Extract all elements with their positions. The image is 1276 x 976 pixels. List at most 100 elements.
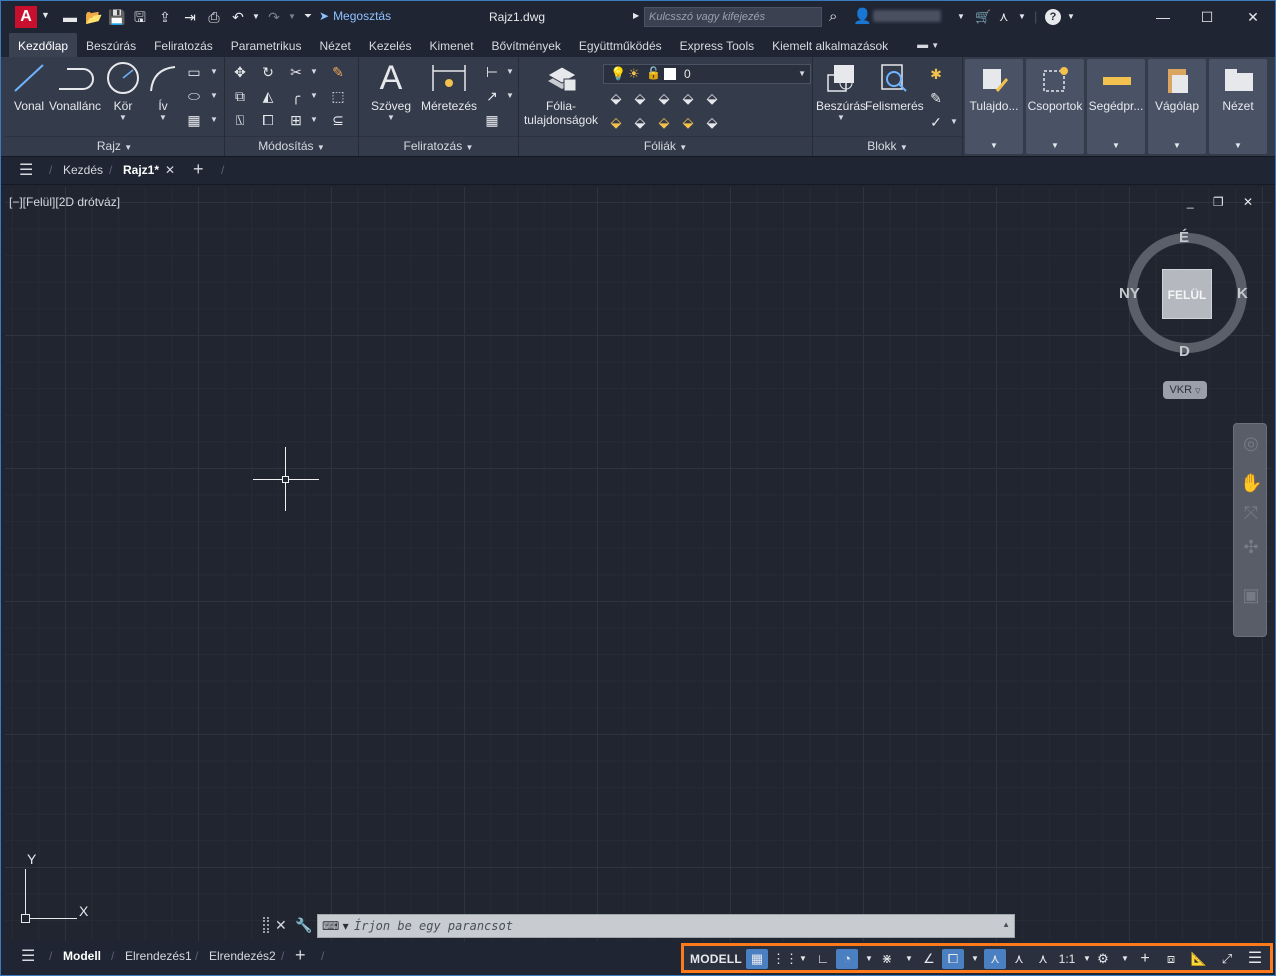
layer-walk-icon[interactable]: ⬙ [631,113,649,131]
pan-icon[interactable]: ✋ [1240,472,1262,494]
share-button[interactable]: ➤ Megosztás [319,9,391,23]
showmotion-icon[interactable]: ▣ [1240,584,1262,606]
offset-icon[interactable]: ⊆ [329,111,347,129]
tab-start[interactable]: Kezdés [63,163,103,177]
chevron-down-icon[interactable]: ▼ [794,949,812,969]
tab-nezet[interactable]: Nézet [310,33,359,57]
circle-tool-button[interactable]: Kör ▼ [105,61,141,122]
gear-icon[interactable]: ⚙ [1094,949,1112,969]
search-input[interactable]: Kulcsszó vagy kifejezés [644,7,822,27]
chevron-down-icon[interactable]: ▼ [205,63,223,81]
annotation-scale-icon[interactable]: ⋏ [1034,949,1052,969]
undo-icon[interactable]: ↶ [229,8,247,26]
autodesk-app-icon[interactable]: ⋏ [999,9,1009,25]
close-button[interactable]: ✕ [1243,7,1263,27]
search-icon[interactable]: ⌕ [829,8,837,25]
layer-unlock-icon[interactable]: ⬙ [679,113,697,131]
linear-dimension-icon[interactable]: ⊢ [483,63,501,81]
command-line-input[interactable]: ⌨ ▾ Írjon be egy parancsot ▲ [317,914,1015,938]
auto-scale-icon[interactable]: ⋏ [1010,949,1028,969]
app-menu-button[interactable]: A [15,6,37,28]
wrench-icon[interactable]: 🔧 [295,917,312,934]
ellipse-icon[interactable]: ⬭ [185,87,203,105]
layout-tab-1[interactable]: Elrendezés1 [125,949,192,963]
mirror-icon[interactable]: ◭ [259,87,277,105]
ortho-icon[interactable]: ∟ [814,949,832,969]
plus-icon[interactable]: + [1136,949,1154,969]
new-file-icon[interactable]: ▬ [61,8,79,26]
chevron-down-icon[interactable]: ▼ [145,113,181,122]
group-properties[interactable]: Tulajdo... ▼ [965,59,1023,154]
panel-title-blokk[interactable]: Blokk ▼ [813,136,962,156]
user-icon[interactable]: 👤 [853,7,872,25]
chevron-down-icon[interactable]: ▼ [205,111,223,129]
layer-lock-icon[interactable]: ⬙ [679,89,697,107]
layer-off-icon[interactable]: ⬙ [655,89,673,107]
panel-title-modositas[interactable]: Módosítás ▼ [225,136,358,156]
panel-title-rajz[interactable]: Rajz ▼ [5,136,224,156]
new-layout-icon[interactable]: + [295,945,306,966]
leader-icon[interactable]: ↗ [483,87,501,105]
polar-tracking-icon[interactable]: ◔ [836,949,858,969]
cart-icon[interactable]: 🛒 [975,9,991,25]
chevron-down-icon[interactable]: ▼ [900,949,918,969]
rotate-icon[interactable]: ↻ [259,63,277,81]
chevron-down-icon[interactable]: ▼ [1116,949,1134,969]
chevron-down-icon[interactable]: ▼ [815,113,867,122]
chevron-down-icon[interactable]: ▼ [305,87,323,105]
panel-title-foliak[interactable]: Fóliák ▼ [519,136,812,156]
command-line-grip[interactable] [263,917,269,933]
close-icon[interactable]: ✕ [275,917,287,934]
minimize-button[interactable]: — [1153,7,1173,27]
isometric-icon[interactable]: ⋇ [878,949,896,969]
block-attribute-icon[interactable]: ✓ [927,113,945,131]
arc-tool-button[interactable]: Ív ▼ [145,61,181,122]
customize-menu-icon[interactable]: ☰ [1246,949,1264,969]
command-prompt-icon[interactable]: ⌨ ▾ [322,919,349,933]
export-icon[interactable]: ⇥ [181,8,199,26]
layout-tab-2[interactable]: Elrendezés2 [209,949,276,963]
redo-icon[interactable]: ↷ [265,8,283,26]
array-icon[interactable]: ⊞ [287,111,305,129]
chevron-down-icon[interactable]: ▼ [41,10,50,20]
viewcube-face-top[interactable]: FELÜL [1162,269,1212,319]
apps-dropdown-icon[interactable]: ▼ [1018,12,1026,21]
layout-tab-model[interactable]: Modell [63,949,101,963]
layer-merge-icon[interactable]: ⬙ [703,113,721,131]
annotation-visibility-icon[interactable]: ⋏ [984,949,1006,969]
tab-kimenet[interactable]: Kimenet [421,33,483,57]
scale-icon[interactable]: ⧠ [259,111,277,129]
save-as-icon[interactable]: 🖫 [131,8,149,26]
zoom-extents-icon[interactable]: ⤧ [1240,502,1262,524]
chevron-down-icon[interactable]: ▼ [305,63,323,81]
text-tool-button[interactable]: A Szöveg ▼ [367,61,415,122]
model-space-toggle[interactable]: MODELL [690,949,742,969]
recognize-block-button[interactable]: Felismerés [865,61,924,113]
compass-south[interactable]: D [1179,343,1190,360]
chevron-down-icon[interactable]: ▼ [860,949,878,969]
explode-icon[interactable]: ⬚ [329,87,347,105]
save-icon[interactable]: 💾 [108,8,126,26]
hamburger-menu-icon[interactable]: ☰ [21,946,35,966]
hamburger-menu-icon[interactable]: ☰ [19,160,33,180]
fillet-icon[interactable]: ╭ [287,87,305,105]
rectangle-icon[interactable]: ▭ [185,63,203,81]
undo-dropdown-icon[interactable]: ▼ [247,8,265,26]
layer-thaw-icon[interactable]: ⬙ [655,113,673,131]
layer-freeze-icon[interactable]: ⬙ [631,89,649,107]
polyline-tool-button[interactable]: Vonallánc [49,61,101,113]
chevron-down-icon[interactable]: ▼ [105,113,141,122]
group-utilities[interactable]: Segédpr... ▼ [1087,59,1145,154]
annotation-scale[interactable]: 1:1 [1058,949,1076,969]
new-tab-icon[interactable]: + [193,159,204,180]
compass-west[interactable]: NY [1119,285,1140,302]
tab-kezeles[interactable]: Kezelés [360,33,421,57]
tab-drawing-active[interactable]: Rajz1* [123,163,159,177]
layer-on-icon[interactable]: ⬙ [607,113,625,131]
chevron-down-icon[interactable]: ▼ [305,111,323,129]
compass-north[interactable]: É [1179,229,1189,246]
clean-screen-icon[interactable]: ⤢ [1218,949,1236,969]
trim-icon[interactable]: ✂ [287,63,305,81]
copy-icon[interactable]: ⧉ [231,87,249,105]
viewport-label[interactable]: [−][Felül][2D drótváz] [9,195,120,209]
